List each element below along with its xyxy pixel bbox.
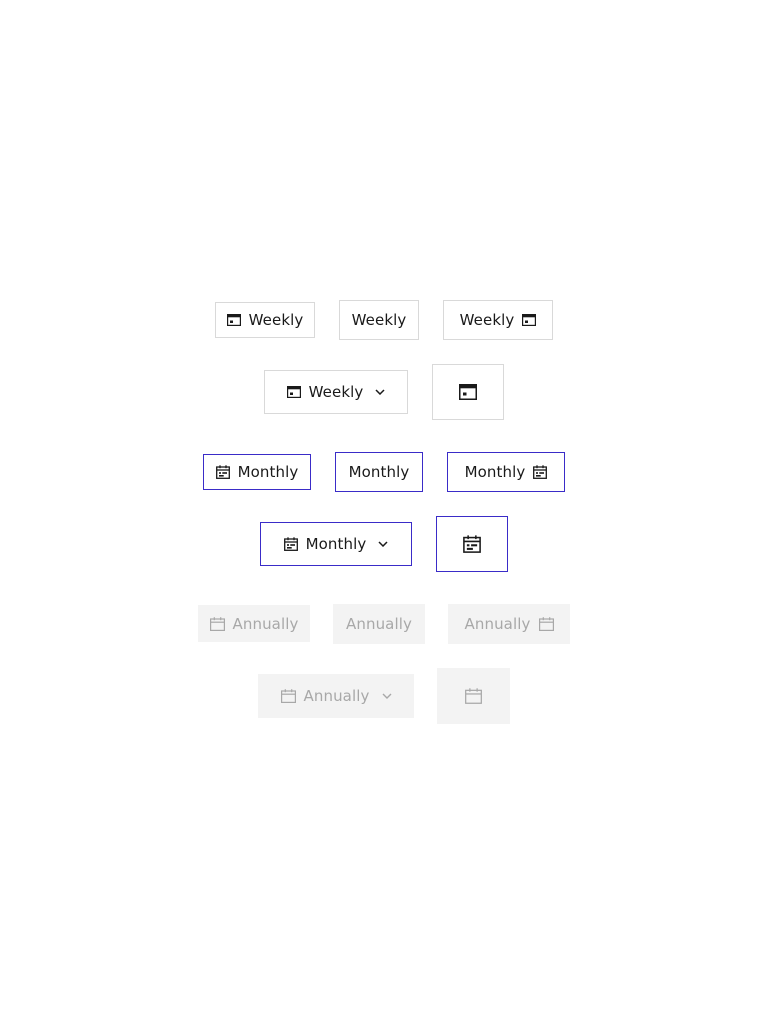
- calendar-month-icon: [533, 465, 548, 479]
- calendar-week-icon: [522, 314, 537, 326]
- calendar-week-icon: [286, 386, 301, 398]
- calendar-month-icon: [463, 535, 481, 553]
- button-label: Annually: [303, 687, 370, 705]
- calendar-icon: [280, 689, 296, 703]
- annually-button-icon-left: Annually: [198, 605, 310, 642]
- button-label: Annually: [232, 614, 299, 633]
- annually-icon-only-button: [437, 668, 510, 724]
- weekly-icon-only-button[interactable]: [432, 364, 504, 420]
- calendar-icon: [538, 617, 554, 631]
- calendar-week-icon: [226, 314, 241, 326]
- annually-button-icon-right: Annually: [448, 604, 570, 644]
- weekly-button-icon-right[interactable]: Weekly: [443, 300, 553, 340]
- button-label: Annually: [464, 615, 531, 633]
- annually-button-plain: Annually: [333, 604, 425, 644]
- annually-dropdown-button: Annually: [258, 674, 414, 718]
- calendar-icon: [465, 688, 482, 704]
- button-label: Weekly: [351, 311, 407, 329]
- button-label: Monthly: [237, 463, 299, 481]
- calendar-month-icon: [283, 537, 298, 551]
- weekly-button-icon-left[interactable]: Weekly: [215, 302, 315, 338]
- monthly-button-plain[interactable]: Monthly: [335, 452, 423, 492]
- chevron-down-icon: [375, 389, 385, 395]
- button-label: Weekly: [248, 311, 304, 329]
- calendar-icon: [209, 616, 225, 631]
- chevron-down-icon: [378, 541, 388, 547]
- button-label: Annually: [346, 615, 412, 633]
- button-label: Weekly: [308, 383, 364, 401]
- monthly-button-icon-left[interactable]: Monthly: [203, 454, 311, 490]
- chevron-down-icon: [382, 693, 392, 699]
- monthly-button-icon-right[interactable]: Monthly: [447, 452, 565, 492]
- monthly-icon-only-button[interactable]: [436, 516, 508, 572]
- button-label: Monthly: [348, 463, 410, 481]
- button-label: Monthly: [305, 535, 367, 553]
- button-label: Weekly: [459, 311, 515, 329]
- weekly-button-plain[interactable]: Weekly: [339, 300, 419, 340]
- calendar-month-icon: [215, 465, 230, 479]
- calendar-week-icon: [459, 384, 477, 400]
- button-label: Monthly: [464, 463, 526, 481]
- weekly-dropdown-button[interactable]: Weekly: [264, 370, 408, 414]
- monthly-dropdown-button[interactable]: Monthly: [260, 522, 412, 566]
